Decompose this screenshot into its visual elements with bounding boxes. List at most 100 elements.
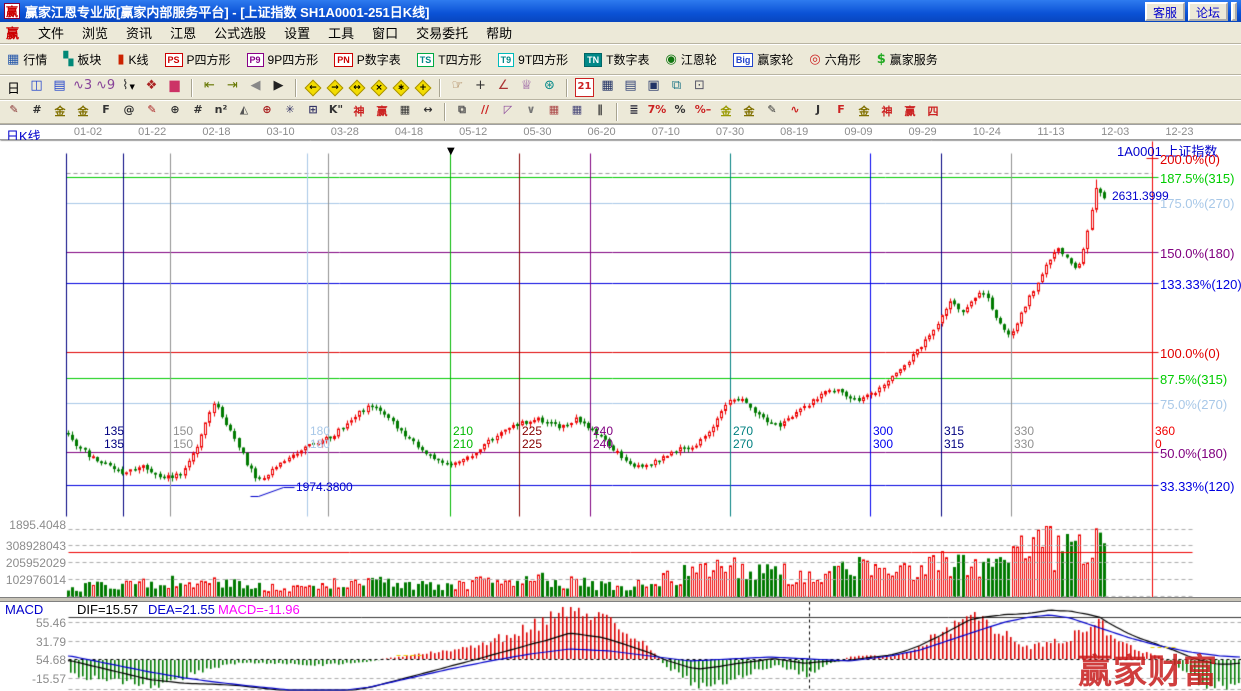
- calendar-icon[interactable]: 21: [575, 78, 594, 97]
- draw-pencil-icon[interactable]: ✎: [4, 103, 24, 121]
- menu-item-window[interactable]: 窗口: [363, 24, 407, 43]
- forum-button[interactable]: 论坛: [1188, 2, 1228, 21]
- pencil-bars-icon[interactable]: ✎: [762, 103, 782, 121]
- menu-item-file[interactable]: 文件: [29, 24, 73, 43]
- pct-line-icon[interactable]: %–: [693, 103, 713, 121]
- ying-tool-icon[interactable]: 赢: [372, 103, 392, 121]
- gold-circle-icon[interactable]: 金: [716, 103, 736, 121]
- gann-gold-ruler-icon[interactable]: 金: [50, 103, 70, 121]
- gann-wheel-button[interactable]: ◉江恩轮: [663, 49, 720, 70]
- quotes-button[interactable]: ▦行情: [4, 49, 50, 70]
- pencil-ruler-icon[interactable]: ✎: [142, 103, 162, 121]
- net-send-icon[interactable]: ⧉: [667, 78, 686, 97]
- bar-scale-icon[interactable]: ≣: [624, 103, 644, 121]
- n-square-icon[interactable]: n²: [211, 103, 231, 121]
- winner-service-button[interactable]: $赢家服务: [874, 49, 941, 70]
- diamond-cross-arrows-icon[interactable]: +: [414, 79, 432, 97]
- circle-cross-icon[interactable]: ⊕: [257, 103, 277, 121]
- f-angle-icon[interactable]: F: [831, 103, 851, 121]
- gann-time-label: 360: [1155, 424, 1175, 438]
- ying-angle-icon[interactable]: 赢: [900, 103, 920, 121]
- customer-service-button[interactable]: 客服: [1145, 2, 1185, 21]
- box-select-icon[interactable]: ⧉: [452, 103, 472, 121]
- price-grid2-icon[interactable]: ▦: [567, 103, 587, 121]
- crosshair-tool-icon[interactable]: +: [471, 78, 490, 97]
- pattern-red-icon[interactable]: ❖: [142, 78, 161, 97]
- web-grid-icon[interactable]: ⊞: [303, 103, 323, 121]
- menu-item-settings[interactable]: 设置: [275, 24, 319, 43]
- first-page-icon[interactable]: ⇤: [200, 78, 219, 97]
- hand-tool-icon[interactable]: ☞: [448, 78, 467, 97]
- diamond-right-arrow-icon[interactable]: →: [326, 79, 344, 97]
- v-lines-icon[interactable]: ∨: [521, 103, 541, 121]
- si-angle-icon[interactable]: 四: [923, 103, 943, 121]
- mirror-angle-icon[interactable]: ◭: [234, 103, 254, 121]
- network-chart-icon[interactable]: ◫: [27, 78, 46, 97]
- diamond-left-arrow-icon[interactable]: ←: [304, 79, 322, 97]
- grid-123-icon[interactable]: ▦: [395, 103, 415, 121]
- j-angle-icon[interactable]: J: [808, 103, 828, 121]
- spider-web-icon[interactable]: ✳: [280, 103, 300, 121]
- menu-item-news[interactable]: 资讯: [117, 24, 161, 43]
- wave-3-icon[interactable]: ∿3: [73, 78, 92, 97]
- fan-box-icon[interactable]: ◸: [498, 103, 518, 121]
- p-square-button[interactable]: PSP四方形: [162, 49, 234, 70]
- shen-angle-icon[interactable]: 神: [877, 103, 897, 121]
- span-arrows-icon[interactable]: ↔: [418, 103, 438, 121]
- date-label: 04-18: [395, 126, 423, 138]
- window-edge-button[interactable]: [1231, 2, 1237, 21]
- date-label: 10-24: [973, 126, 1001, 138]
- p-number-button[interactable]: PNP数字表: [331, 49, 404, 70]
- diamond-star-arrows-icon[interactable]: ∗: [392, 79, 410, 97]
- hexagon-button[interactable]: ◎六角形: [806, 49, 863, 70]
- neural-tool-icon[interactable]: ⊛: [540, 78, 559, 97]
- gann-gold-ruler2-icon[interactable]: 金: [73, 103, 93, 121]
- save-icon[interactable]: ▣: [644, 78, 663, 97]
- macd-value: MACD=-11.96: [218, 602, 300, 617]
- candle-type-dropdown-icon[interactable]: ⌇▼: [119, 78, 138, 97]
- diamond-h-arrows-icon[interactable]: ↔: [348, 79, 366, 97]
- calculator-icon[interactable]: ▦: [598, 78, 617, 97]
- last-page-icon[interactable]: ⇥: [223, 78, 242, 97]
- t-number-button[interactable]: TNT数字表: [581, 49, 652, 70]
- sectors-button[interactable]: ▚板块: [60, 49, 104, 70]
- k-quote-icon[interactable]: K": [326, 103, 346, 121]
- wave-ab-icon[interactable]: ∿: [785, 103, 805, 121]
- degree-circle-icon[interactable]: ⊕: [165, 103, 185, 121]
- p9-square-button[interactable]: P99P四方形: [244, 49, 322, 70]
- main-toolbar: ▦行情 ▚板块 ▮K线 PSP四方形 P99P四方形 PNP数字表 TST四方形 T99T四方…: [0, 44, 1241, 75]
- page-next-icon[interactable]: ▶: [269, 78, 288, 97]
- remote-pc-icon[interactable]: ⊡: [690, 78, 709, 97]
- pct-icon[interactable]: %: [670, 103, 690, 121]
- wave-9-icon[interactable]: ∿9: [96, 78, 115, 97]
- menu-item-tools[interactable]: 工具: [319, 24, 363, 43]
- color-histogram-icon[interactable]: ▆: [165, 78, 184, 97]
- fan-lines-icon[interactable]: ∕∕: [475, 103, 495, 121]
- period-day-dropdown-icon[interactable]: 日▼: [4, 78, 23, 97]
- gold-angle-icon[interactable]: 金: [854, 103, 874, 121]
- pct-7-icon[interactable]: 7%: [647, 103, 667, 121]
- diamond-x-arrows-icon[interactable]: ×: [370, 79, 388, 97]
- menu-item-formula-pick[interactable]: 公式选股: [205, 24, 275, 43]
- spiral-tool-icon[interactable]: @: [119, 103, 139, 121]
- menu-item-help[interactable]: 帮助: [477, 24, 521, 43]
- f-ruler-icon[interactable]: F: [96, 103, 116, 121]
- menu-item-browse[interactable]: 浏览: [73, 24, 117, 43]
- menu-item-gann[interactable]: 江恩: [161, 24, 205, 43]
- kline-button[interactable]: ▮K线: [114, 49, 151, 70]
- gann-grid-tool-icon[interactable]: ♕: [517, 78, 536, 97]
- gold-lines-icon[interactable]: 金: [739, 103, 759, 121]
- info-list-icon[interactable]: ▤: [50, 78, 69, 97]
- notes-icon[interactable]: ▤: [621, 78, 640, 97]
- t9-square-button[interactable]: T99T四方形: [495, 49, 572, 70]
- t-square-button[interactable]: TST四方形: [414, 49, 485, 70]
- price-grid-icon[interactable]: ▦: [544, 103, 564, 121]
- tick-ruler-icon[interactable]: #: [188, 103, 208, 121]
- time-ruler-icon[interactable]: #: [27, 103, 47, 121]
- angle-tool-icon[interactable]: ∠: [494, 78, 513, 97]
- menu-item-trade[interactable]: 交易委托: [407, 24, 477, 43]
- parallel-lines-icon[interactable]: ∥: [590, 103, 610, 121]
- shen-tool-icon[interactable]: 神: [349, 103, 369, 121]
- winner-wheel-button[interactable]: Big赢家轮: [730, 49, 797, 70]
- page-prev-icon[interactable]: ◀: [246, 78, 265, 97]
